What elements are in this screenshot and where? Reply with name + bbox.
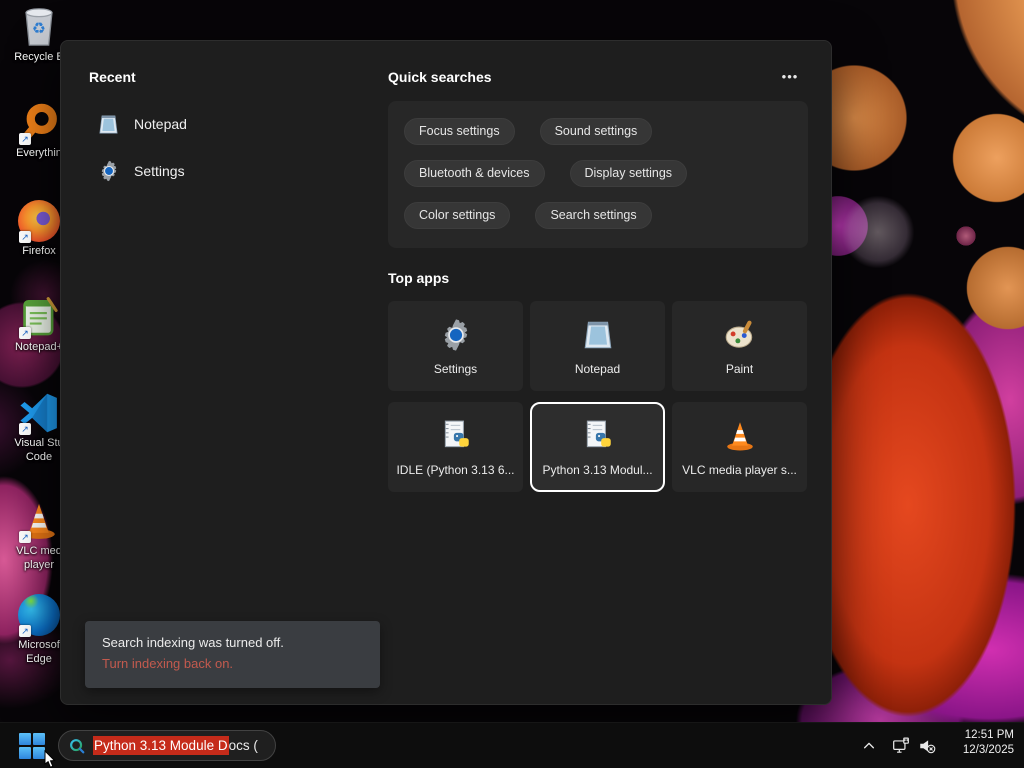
quick-search-pill-display-settings[interactable]: Display settings	[569, 160, 688, 187]
top-app-label: Python 3.13 Modul...	[542, 462, 653, 477]
more-options-icon[interactable]: •••	[773, 67, 807, 89]
python-doc-icon	[580, 418, 616, 454]
quick-search-pill-search-settings[interactable]: Search settings	[535, 202, 652, 229]
taskbar-search-input[interactable]: Python 3.13 Module Docs (	[58, 730, 276, 761]
recent-item-notepad[interactable]: Notepad	[91, 104, 331, 144]
firefox-icon: ↗	[16, 198, 62, 244]
search-query-selected-text: Python 3.13 Module D	[93, 736, 229, 755]
recent-section-title: Recent	[89, 69, 136, 85]
taskbar: Python 3.13 Module Docs ( 12:51 PM 12/3/…	[0, 722, 1024, 768]
clock-date: 12/3/2025	[962, 744, 1014, 756]
mouse-cursor	[44, 749, 58, 768]
recent-item-label: Settings	[134, 163, 185, 179]
top-app-tile-python-module-docs[interactable]: Python 3.13 Modul...	[530, 402, 665, 492]
search-flyout-panel: Recent Notepad Settings Quick searches •…	[60, 40, 832, 705]
top-app-label: Notepad	[574, 361, 621, 376]
top-app-label: Paint	[725, 361, 754, 376]
turn-indexing-on-link[interactable]: Turn indexing back on.	[102, 656, 233, 671]
desktop-icon-label: Everythin	[16, 147, 62, 159]
quick-searches-title: Quick searches	[388, 69, 492, 85]
visual-studio-code-icon: ↗	[16, 390, 62, 436]
top-app-label: IDLE (Python 3.13 6...	[396, 462, 515, 477]
top-app-tile-idle-python[interactable]: IDLE (Python 3.13 6...	[388, 402, 523, 492]
shortcut-arrow-icon: ↗	[19, 625, 31, 637]
hidden-icons-chevron-icon[interactable]	[854, 731, 884, 761]
recycle-bin-icon: ♻	[16, 4, 62, 50]
desktop-icon-label: player	[24, 559, 54, 571]
quick-searches-card: Focus settings Sound settings Bluetooth …	[388, 101, 808, 248]
quick-search-pill-color-settings[interactable]: Color settings	[404, 202, 511, 229]
notepad-icon	[580, 317, 616, 353]
top-app-tile-vlc[interactable]: VLC media player s...	[672, 402, 807, 492]
shortcut-arrow-icon: ↗	[19, 423, 31, 435]
recent-item-settings[interactable]: Settings	[91, 151, 331, 191]
desktop-icon-label: Code	[25, 451, 53, 463]
shortcut-arrow-icon: ↗	[19, 327, 31, 339]
shortcut-arrow-icon: ↗	[19, 231, 31, 243]
windows-logo-icon	[19, 733, 45, 759]
paint-palette-icon	[722, 317, 758, 353]
top-app-label: Settings	[433, 361, 478, 376]
python-doc-icon	[438, 418, 474, 454]
notepad-icon	[97, 113, 120, 136]
indexing-notice: Search indexing was turned off. Turn ind…	[85, 621, 380, 688]
settings-gear-icon	[97, 160, 120, 183]
quick-search-pill-bluetooth-devices[interactable]: Bluetooth & devices	[404, 160, 545, 187]
volume-muted-icon[interactable]	[912, 731, 942, 761]
everything-magnifier-icon: ↗	[16, 100, 62, 146]
quick-search-pill-focus-settings[interactable]: Focus settings	[404, 118, 515, 145]
recent-item-label: Notepad	[134, 116, 187, 132]
top-app-tile-paint[interactable]: Paint	[672, 301, 807, 391]
desktop-icon-label: Visual Stu	[14, 437, 64, 449]
top-app-tile-notepad[interactable]: Notepad	[530, 301, 665, 391]
search-query-text: Python 3.13 Module Docs (	[93, 736, 258, 755]
top-app-label: VLC media player s...	[682, 462, 797, 477]
clock-time: 12:51 PM	[964, 729, 1014, 741]
search-icon	[68, 737, 86, 755]
desktop-icon-label: Firefox	[22, 245, 56, 257]
shortcut-arrow-icon: ↗	[19, 531, 31, 543]
indexing-notice-message: Search indexing was turned off.	[102, 635, 284, 650]
microsoft-edge-icon: ↗	[16, 592, 62, 638]
quick-search-pill-sound-settings[interactable]: Sound settings	[539, 118, 653, 145]
vlc-cone-icon: ↗	[16, 498, 62, 544]
desktop-icon-label: VLC med	[16, 545, 62, 557]
top-app-tile-settings[interactable]: Settings	[388, 301, 523, 391]
taskbar-clock[interactable]: 12:51 PM 12/3/2025	[940, 728, 1014, 758]
search-query-rest-text: ocs (	[228, 738, 258, 753]
desktop-icon-label: Microsof	[18, 639, 60, 651]
svg-text:♻: ♻	[32, 20, 46, 37]
notepad-plus-plus-icon: ↗	[16, 294, 62, 340]
top-apps-title: Top apps	[388, 270, 450, 286]
vlc-cone-icon	[722, 418, 758, 454]
shortcut-arrow-icon: ↗	[19, 133, 31, 145]
desktop-icon-label: Edge	[26, 653, 52, 665]
desktop-icon-label: Recycle B	[14, 51, 64, 63]
desktop-icon-label: Notepad+	[14, 341, 63, 353]
settings-gear-icon	[438, 317, 474, 353]
